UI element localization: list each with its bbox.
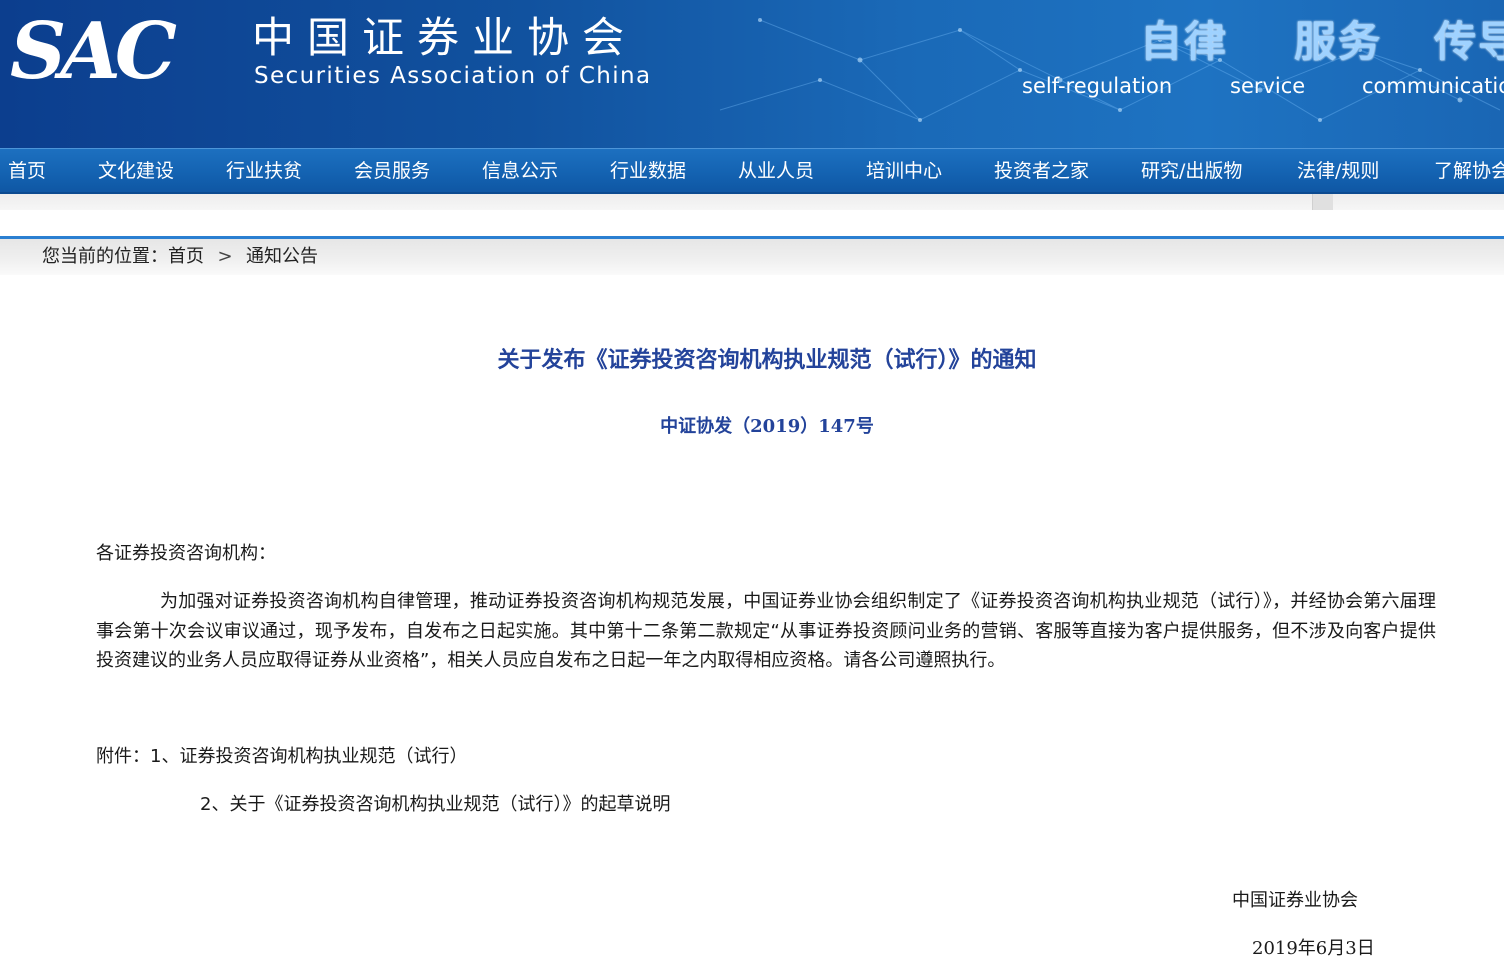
body-paragraph: 为加强对证券投资咨询机构自律管理，推动证券投资咨询机构规范发展，中国证券业协会组… xyxy=(96,591,1436,671)
signature-date: 2019年6月3日 xyxy=(1252,938,1375,959)
main-nav: 首页 文化建设 行业扶贫 会员服务 信息公示 行业数据 从业人员 培训中心 投资… xyxy=(0,148,1504,194)
sac-logo[interactable]: SAC xyxy=(10,4,177,100)
nav-item-investors[interactable]: 投资者之家 xyxy=(994,149,1089,193)
site-banner: SAC 中国证券业协会 Securities Association of Ch… xyxy=(0,0,1504,148)
slogan-zh: 自律 xyxy=(1140,17,1229,66)
document-number: 中证协发（2019）147号 xyxy=(660,416,874,437)
signature-organization: 中国证券业协会 xyxy=(1232,890,1358,911)
nav-item-member-services[interactable]: 会员服务 xyxy=(354,149,430,193)
logo-english-name: Securities Association of China xyxy=(254,63,652,89)
slogan-en: self-regulation xyxy=(1022,74,1173,98)
breadcrumb: 您当前的位置：首页 > 通知公告 xyxy=(42,239,318,275)
logo-chinese-name: 中国证券业协会 xyxy=(252,13,638,62)
strip-scroll-handle xyxy=(1312,194,1333,210)
page-title: 关于发布《证券投资咨询机构执业规范（试行）》的通知 xyxy=(497,348,1037,373)
slogan-zh: 传导 xyxy=(1434,17,1504,66)
nav-item-disclosure[interactable]: 信息公示 xyxy=(482,149,558,193)
slogan-communication: 传导 communication xyxy=(1362,16,1504,100)
attachment-link-2[interactable]: 2、关于《证券投资咨询机构执业规范（试行）》的起草说明 xyxy=(200,790,670,819)
breadcrumb-separator: > xyxy=(217,246,233,267)
nav-item-law-rules[interactable]: 法律/规则 xyxy=(1297,149,1379,193)
breadcrumb-current[interactable]: 通知公告 xyxy=(246,246,318,267)
divider-strip xyxy=(0,194,1504,210)
slogan-en: service xyxy=(1230,74,1306,98)
slogan-self-regulation: 自律 self-regulation xyxy=(1022,16,1228,100)
nav-item-practitioners[interactable]: 从业人员 xyxy=(738,149,814,193)
nav-item-poverty-relief[interactable]: 行业扶贫 xyxy=(226,149,302,193)
nav-item-about[interactable]: 了解协会 xyxy=(1434,149,1504,193)
nav-item-research[interactable]: 研究/出版物 xyxy=(1141,149,1242,193)
slogan-en: communication xyxy=(1362,74,1504,98)
nav-item-home[interactable]: 首页 xyxy=(8,149,46,193)
nav-item-training[interactable]: 培训中心 xyxy=(866,149,942,193)
addressee: 各证券投资咨询机构： xyxy=(96,543,276,564)
nav-item-culture[interactable]: 文化建设 xyxy=(98,149,174,193)
nav-item-industry-data[interactable]: 行业数据 xyxy=(610,149,686,193)
attachment-link-1[interactable]: 附件：1、证券投资咨询机构执业规范（试行） xyxy=(96,742,467,771)
slogan-service: 服务 service xyxy=(1230,16,1382,100)
breadcrumb-home[interactable]: 您当前的位置：首页 xyxy=(42,246,204,267)
breadcrumb-bar: 您当前的位置：首页 > 通知公告 xyxy=(0,239,1504,275)
